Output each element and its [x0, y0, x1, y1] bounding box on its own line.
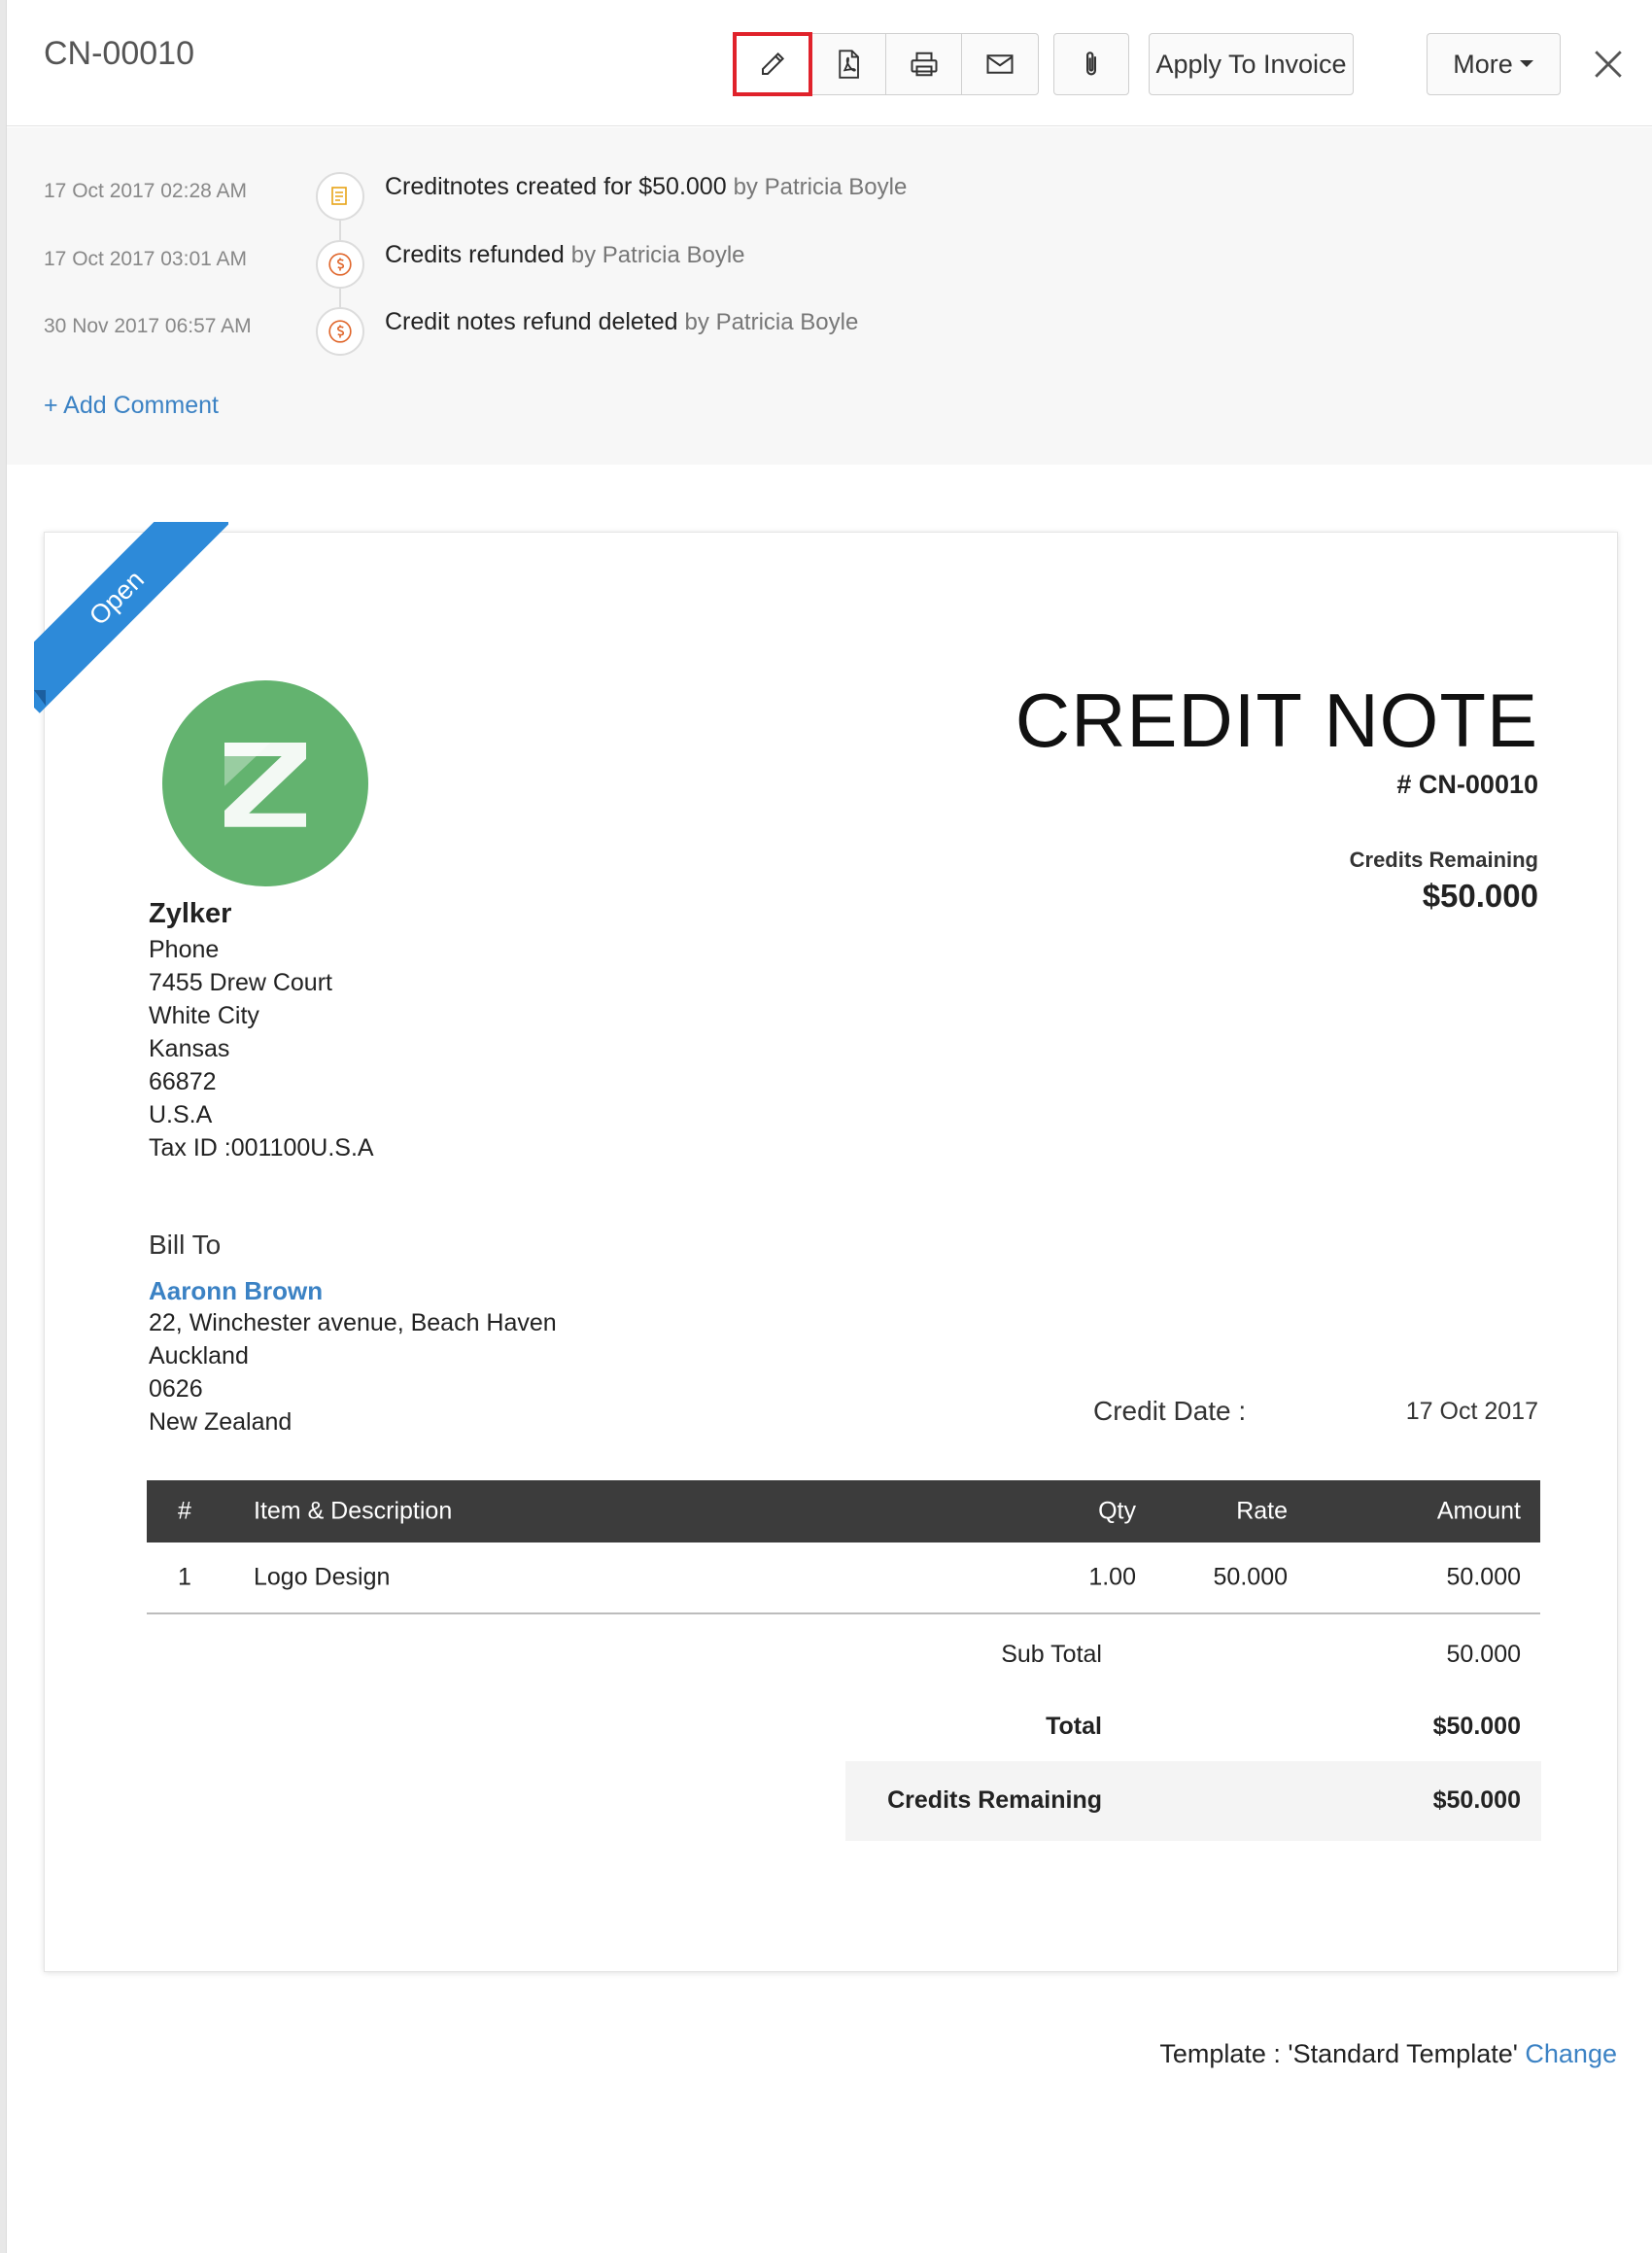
cell-item: Logo Design: [254, 1563, 391, 1591]
template-info: Template : 'Standard Template' Change: [1159, 2039, 1617, 2069]
company-logo: [162, 680, 368, 886]
print-button[interactable]: [886, 34, 962, 94]
org-address-line: 7455 Drew Court: [149, 969, 332, 996]
summary-credits-remaining-label: Credits Remaining: [887, 1786, 1102, 1814]
activity-author: by Patricia Boyle: [733, 174, 908, 200]
activity-author: by Patricia Boyle: [570, 242, 745, 268]
change-template-link[interactable]: Change: [1525, 2039, 1617, 2068]
email-button[interactable]: [962, 34, 1038, 94]
total-label: Total: [1046, 1713, 1102, 1740]
pdf-button[interactable]: [810, 34, 886, 94]
printer-icon: [911, 52, 937, 77]
pdf-icon: [838, 50, 859, 79]
more-label: More: [1453, 49, 1513, 79]
org-name: Zylker: [149, 898, 232, 929]
ribbon-fold: [34, 690, 46, 706]
credits-remaining-value: $50.000: [1422, 878, 1538, 914]
cell-rate: 50.000: [1213, 1563, 1288, 1591]
page: CN-00010 Apply To Invoice More 17 Oct 20…: [0, 0, 1652, 2253]
org-address-line: White City: [149, 1002, 259, 1029]
status-ribbon-label: Open: [34, 522, 228, 713]
sub-total-value: 50.000: [1446, 1641, 1521, 1668]
org-address-line: 66872: [149, 1068, 217, 1095]
close-icon: [1595, 51, 1622, 78]
org-address-line: Phone: [149, 936, 220, 963]
customer-address-line: 0626: [149, 1375, 203, 1403]
attach-button[interactable]: [1053, 33, 1129, 95]
more-dropdown[interactable]: More: [1427, 33, 1561, 95]
action-toolbar: [733, 32, 1039, 96]
dollar-icon: [316, 240, 364, 289]
cell-amount: 50.000: [1446, 1563, 1521, 1591]
total-value: $50.000: [1432, 1713, 1521, 1740]
activity-message: Credits refunded: [385, 241, 565, 268]
org-address-line: U.S.A: [149, 1101, 213, 1128]
header-item-description: Item & Description: [254, 1497, 453, 1525]
header-rate: Rate: [1236, 1497, 1288, 1525]
document-heading: CREDIT NOTE: [1015, 677, 1538, 763]
activity-text: Creditnotes created for $50.000 by Patri…: [385, 173, 907, 201]
pencil-icon: [761, 52, 784, 75]
status-ribbon: Open: [34, 522, 228, 716]
customer-address-line: Auckland: [149, 1342, 249, 1369]
table-row: 1 Logo Design 1.00 50.000 50.000: [147, 1542, 1540, 1614]
edit-button[interactable]: [733, 32, 812, 96]
apply-to-invoice-button[interactable]: Apply To Invoice: [1149, 33, 1354, 95]
document-title: CN-00010: [44, 35, 194, 72]
credit-date-label: Credit Date :: [1093, 1396, 1247, 1426]
header-qty: Qty: [1098, 1497, 1136, 1525]
caret-down-icon: [1519, 60, 1533, 67]
header-number: #: [178, 1497, 191, 1525]
customer-address-line: New Zealand: [149, 1408, 293, 1436]
activity-message: Creditnotes created for $50.000: [385, 173, 727, 200]
close-button[interactable]: [1587, 43, 1630, 86]
envelope-icon: [986, 54, 1014, 74]
activity-text: Credits refunded by Patricia Boyle: [385, 241, 745, 269]
activity-author: by Patricia Boyle: [684, 309, 859, 335]
customer-name-link[interactable]: Aaronn Brown: [149, 1276, 323, 1306]
activity-text: Credit notes refund deleted by Patricia …: [385, 308, 858, 336]
cell-qty: 1.00: [1088, 1563, 1136, 1591]
activity-time: 17 Oct 2017 02:28 AM: [44, 180, 247, 202]
bill-to-label: Bill To: [149, 1230, 222, 1260]
apply-to-invoice-label: Apply To Invoice: [1155, 49, 1347, 79]
header-amount: Amount: [1436, 1497, 1521, 1525]
org-tax-id: Tax ID :001100U.S.A: [149, 1134, 374, 1161]
detail-header: CN-00010 Apply To Invoice More: [7, 0, 1652, 126]
items-table: # Item & Description Qty Rate Amount 1 L…: [147, 1480, 1540, 1614]
sub-total-label: Sub Total: [1001, 1641, 1102, 1668]
template-name: Template : 'Standard Template': [1159, 2039, 1518, 2068]
note-icon: [316, 172, 364, 221]
credit-note-number: # CN-00010: [1396, 770, 1538, 799]
credit-date-value: 17 Oct 2017: [1405, 1398, 1538, 1425]
customer-address-line: 22, Winchester avenue, Beach Haven: [149, 1309, 557, 1336]
table-header-row: # Item & Description Qty Rate Amount: [147, 1480, 1540, 1542]
activity-message: Credit notes refund deleted: [385, 308, 678, 335]
org-address-line: Kansas: [149, 1035, 230, 1062]
dollar-icon: [316, 307, 364, 356]
activity-panel: 17 Oct 2017 02:28 AM Creditnotes created…: [7, 127, 1652, 465]
cell-number: 1: [178, 1563, 191, 1591]
activity-time: 17 Oct 2017 03:01 AM: [44, 248, 247, 270]
credits-remaining-label: Credits Remaining: [1349, 848, 1538, 872]
add-comment-link[interactable]: + Add Comment: [44, 392, 219, 420]
summary-credits-remaining-value: $50.000: [1432, 1786, 1521, 1814]
activity-time: 30 Nov 2017 06:57 AM: [44, 315, 252, 337]
paperclip-icon: [1085, 52, 1097, 76]
